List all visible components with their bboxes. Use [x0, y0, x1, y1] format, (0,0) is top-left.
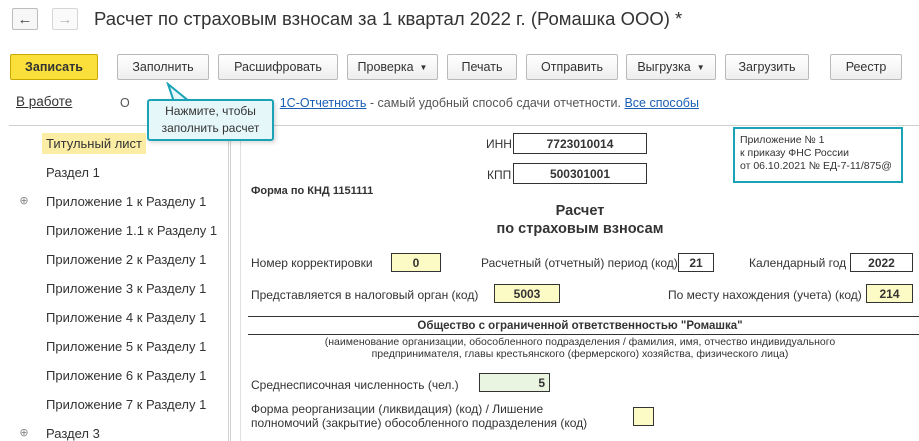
registry-button[interactable]: Реестр — [830, 54, 902, 80]
sidebar-item[interactable]: Приложение 7 к Разделу 1 — [9, 390, 230, 419]
arrow-right-icon: → — [57, 10, 73, 28]
send-button[interactable]: Отправить — [526, 54, 618, 80]
appendix-line: к приказу ФНС России — [740, 147, 849, 159]
sidebar-item-label: Приложение 4 к Разделу 1 — [46, 310, 207, 325]
tooltip-line: заполнить расчет — [161, 121, 260, 135]
org-note: предпринимателя, главы крестьянского (фе… — [371, 348, 789, 360]
sidebar-item-label: Титульный лист — [42, 133, 147, 154]
divider — [228, 140, 229, 441]
correction-label: Номер корректировки — [251, 256, 373, 270]
appendix-line: Приложение № 1 — [740, 134, 825, 146]
fill-button[interactable]: Заполнить — [117, 54, 209, 80]
period-field[interactable]: 21 — [678, 253, 714, 272]
export-button-label: Выгрузка — [637, 60, 691, 74]
status-label: В работе — [16, 94, 73, 109]
inn-label: ИНН — [486, 137, 512, 151]
sidebar-item[interactable]: Приложение 6 к Разделу 1 — [9, 361, 230, 390]
knd-code: Форма по КНД 1151111 — [251, 185, 374, 197]
sidebar-item-label: Приложение 6 к Разделу 1 — [46, 368, 207, 383]
correction-field[interactable]: 0 — [391, 253, 441, 272]
location-label: По месту нахождения (учета) (код) — [668, 288, 862, 302]
sidebar-item-label: Приложение 1 к Разделу 1 — [46, 194, 207, 209]
inn-field[interactable]: 7723010014 — [513, 133, 647, 154]
sidebar-item[interactable]: Приложение 2 к Разделу 1 — [9, 245, 230, 274]
sidebar-item-label: Приложение 7 к Разделу 1 — [46, 397, 207, 412]
back-button[interactable]: ← — [12, 8, 38, 30]
sections-tree: Титульный лист Раздел 1 ⊕ Приложение 1 к Ра… — [9, 125, 231, 441]
export-button[interactable]: Выгрузка ▼ — [626, 54, 716, 80]
appendix-line: от 06.10.2021 № ЕД-7-11/875@ — [740, 160, 892, 172]
expand-icon[interactable]: ⊕ — [19, 428, 29, 439]
sidebar-item-label: Приложение 5 к Разделу 1 — [46, 339, 207, 354]
sidebar-item[interactable]: Приложение 1.1 к Разделу 1 — [9, 216, 230, 245]
form-subheading: по страховым взносам — [496, 221, 664, 237]
fill-tooltip: Нажмите, чтобы заполнить расчет — [147, 99, 274, 141]
period-label: Расчетный (отчетный) период (код) — [481, 256, 678, 270]
forward-button[interactable]: → — [52, 8, 78, 30]
year-field[interactable]: 2022 — [850, 253, 913, 272]
tax-org-label: Представляется в налоговый орган (код) — [251, 288, 479, 302]
tax-org-field[interactable]: 5003 — [494, 284, 560, 303]
sidebar-item[interactable]: ⊕ Приложение 1 к Разделу 1 — [9, 187, 230, 216]
hint-body: - самый удобный способ сдачи отчетности. — [366, 96, 625, 110]
reorg-label: полномочий (закрытие) обособленного подр… — [251, 416, 588, 430]
sidebar-item-label: Раздел 1 — [46, 165, 100, 180]
sidebar-item[interactable]: Приложение 4 к Разделу 1 — [9, 303, 230, 332]
divider — [240, 140, 241, 441]
tooltip-line: Нажмите, чтобы — [165, 104, 256, 118]
check-button-label: Проверка — [357, 60, 414, 74]
sidebar-item[interactable]: Раздел 1 — [9, 158, 230, 187]
kpp-field[interactable]: 500301001 — [513, 163, 647, 184]
1c-reporting-link[interactable]: 1С-Отчетность — [280, 96, 367, 110]
hint-prefix: О — [120, 96, 130, 110]
status-link[interactable]: В работе — [16, 94, 72, 109]
sidebar-item-label: Приложение 3 к Разделу 1 — [46, 281, 207, 296]
headcount-field[interactable]: 5 — [479, 373, 550, 392]
org-note: (наименование организации, обособленного… — [324, 336, 836, 348]
window-title: Расчет по страховым взносам за 1 квартал… — [94, 8, 683, 29]
reorg-field[interactable] — [633, 407, 654, 426]
dropdown-caret-icon: ▼ — [696, 62, 705, 72]
sidebar-item[interactable]: Приложение 3 к Разделу 1 — [9, 274, 230, 303]
kpp-label: КПП — [487, 168, 512, 182]
year-label: Календарный год — [749, 256, 847, 270]
sidebar-item[interactable]: ⊕ Раздел 3 — [9, 419, 230, 441]
load-button[interactable]: Загрузить — [725, 54, 809, 80]
save-button[interactable]: Записать — [10, 54, 98, 80]
decode-button[interactable]: Расшифровать — [218, 54, 338, 80]
check-button[interactable]: Проверка ▼ — [347, 54, 438, 80]
sidebar-item-label: Приложение 2 к Разделу 1 — [46, 252, 207, 267]
org-name[interactable]: Общество с ограниченной ответственностью… — [380, 320, 780, 332]
all-methods-link[interactable]: Все способы — [624, 96, 698, 110]
print-button[interactable]: Печать — [447, 54, 517, 80]
separator — [248, 334, 919, 335]
headcount-label: Среднесписочная численность (чел.) — [251, 378, 459, 392]
expand-icon[interactable]: ⊕ — [19, 196, 29, 207]
separator — [248, 316, 919, 317]
appendix-note: Приложение № 1 к приказу ФНС России от 0… — [733, 127, 903, 183]
reorg-label: Форма реорганизации (ликвидация) (код) /… — [251, 402, 544, 416]
sidebar-item-label: Раздел 3 — [46, 426, 100, 441]
sidebar-item-label: Приложение 1.1 к Разделу 1 — [46, 223, 218, 238]
form-heading: Расчет — [555, 203, 605, 219]
dropdown-caret-icon: ▼ — [419, 62, 428, 72]
location-field[interactable]: 214 — [866, 284, 913, 303]
sidebar-item[interactable]: Приложение 5 к Разделу 1 — [9, 332, 230, 361]
arrow-left-icon: ← — [17, 10, 33, 28]
